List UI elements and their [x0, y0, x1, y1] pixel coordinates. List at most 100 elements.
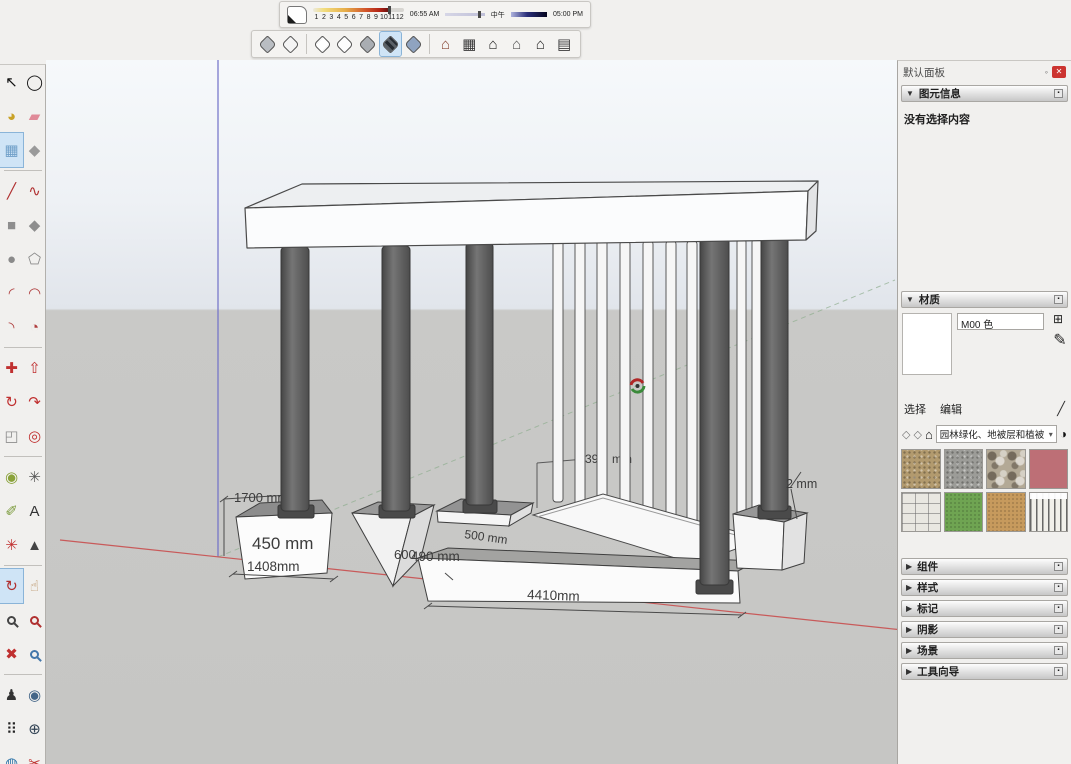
tray-section-场景[interactable]: ▶场景▪	[901, 642, 1068, 659]
walk-tool[interactable]: ⠿	[0, 712, 23, 746]
paint-brush-icon[interactable]: ✐	[1050, 332, 1066, 345]
column[interactable]	[382, 246, 410, 511]
sample-paint-icon[interactable]: ╱	[1057, 401, 1065, 417]
materials-header[interactable]: ▼ 材质 ▪	[901, 291, 1068, 308]
material-swatch-stone-rose[interactable]	[1029, 449, 1069, 489]
wireframe-style-button[interactable]	[312, 32, 333, 56]
column[interactable]	[761, 236, 788, 511]
two-point-arc-tool[interactable]: ◠	[23, 276, 46, 310]
panel-close-button[interactable]: ✕	[1052, 66, 1066, 78]
tab-select[interactable]: 选择	[904, 401, 926, 417]
shaded-with-textures-style-button[interactable]	[380, 32, 401, 56]
tray-section-标记[interactable]: ▶标记▪	[901, 600, 1068, 617]
shaded-style-button[interactable]	[357, 32, 378, 56]
pan-tool[interactable]: ☝	[23, 569, 46, 603]
baluster[interactable]	[687, 241, 697, 531]
tray-section-阴影[interactable]: ▶阴影▪	[901, 621, 1068, 638]
column[interactable]	[700, 238, 729, 585]
hidden-line-style-button[interactable]	[334, 32, 355, 56]
section-plane-tool[interactable]: ⊕	[23, 712, 46, 746]
protractor-tool[interactable]: ✳	[23, 460, 46, 494]
material-swatch-pebbles[interactable]	[986, 449, 1026, 489]
section-menu-button[interactable]: ▪	[1054, 604, 1063, 613]
zoom-previous-tool[interactable]	[23, 637, 46, 671]
forward-arrow-icon[interactable]: ◇	[913, 428, 921, 441]
material-name-field[interactable]: M00 色	[957, 313, 1044, 330]
back-view-button[interactable]: ⌂	[506, 32, 528, 56]
tray-section-工具向导[interactable]: ▶工具向导▪	[901, 663, 1068, 680]
text-tool[interactable]: A	[23, 494, 46, 528]
material-swatch-grass-green[interactable]	[944, 492, 984, 532]
iso-view-button[interactable]: ⌂	[435, 32, 457, 56]
section-menu-button[interactable]: ▪	[1054, 667, 1063, 676]
material-swatch-pavers-white[interactable]	[901, 492, 941, 532]
move-tool[interactable]: ✚	[0, 351, 23, 385]
shadows-toggle-button[interactable]	[287, 6, 307, 24]
offset-tool[interactable]: ◎	[23, 419, 46, 453]
material-swatch-groundcover-tan[interactable]	[986, 492, 1026, 532]
shadow-date-handle[interactable]	[388, 6, 391, 14]
material-collection-dropdown[interactable]: 园林绿化、地被层和植被 ▾	[936, 425, 1057, 443]
section-menu-button[interactable]: ▪	[1054, 625, 1063, 634]
three-point-arc-tool[interactable]: ◝	[0, 310, 23, 344]
freehand-tool[interactable]: ∿	[23, 174, 46, 208]
column[interactable]	[466, 243, 493, 505]
entity-info-header[interactable]: ▼ 图元信息 ▪	[901, 85, 1068, 102]
drawing-canvas[interactable]: 39 mm 1700 mm	[46, 60, 897, 764]
left-view-button[interactable]: ⌂	[530, 32, 552, 56]
material-swatch-gravel-brown[interactable]	[901, 449, 941, 489]
back-arrow-icon[interactable]: ◇	[902, 428, 910, 441]
section-menu-button[interactable]: ▪	[1054, 583, 1063, 592]
make-component-tool[interactable]: ▦	[0, 133, 23, 167]
shadow-time-track[interactable]	[445, 13, 484, 16]
section-menu-button[interactable]: ▪	[1054, 646, 1063, 655]
tray-section-组件[interactable]: ▶组件▪	[901, 558, 1068, 575]
circle-tool[interactable]: ●	[0, 242, 23, 276]
rotate-tool[interactable]: ↻	[0, 385, 23, 419]
shadow-date-track[interactable]	[313, 8, 404, 12]
section-menu-button[interactable]: ▪	[1054, 89, 1063, 98]
monochrome-style-button[interactable]	[403, 32, 424, 56]
tab-edit[interactable]: 编辑	[940, 401, 962, 417]
front-view-button[interactable]: ⌂	[482, 32, 504, 56]
columns[interactable]	[278, 236, 791, 594]
home-icon[interactable]: ⌂	[925, 427, 933, 442]
xray-style-button[interactable]	[257, 32, 278, 56]
baluster[interactable]	[575, 240, 585, 508]
lasso-select-tool[interactable]: ◯	[23, 65, 46, 99]
section-fill-tool[interactable]: ◍	[0, 746, 23, 764]
section-menu-button[interactable]: ▪	[1054, 562, 1063, 571]
line-tool[interactable]: ╱	[0, 174, 23, 208]
arc-tool[interactable]: ◜	[0, 276, 23, 310]
select-tool[interactable]: ↖	[0, 65, 23, 99]
shadow-time-track-evening[interactable]	[511, 12, 547, 17]
baluster[interactable]	[620, 241, 630, 519]
details-icon[interactable]: ◑	[1060, 427, 1067, 441]
axes-tool[interactable]: ✳	[0, 528, 23, 562]
rectangle-tool[interactable]: ■	[0, 208, 23, 242]
plane-tool[interactable]: ◆	[23, 133, 46, 167]
top-view-button[interactable]: ▦	[458, 32, 480, 56]
position-camera-tool[interactable]: ♟	[0, 678, 23, 712]
material-swatch-fence-white[interactable]	[1029, 492, 1069, 532]
orbit-tool[interactable]: ↻	[0, 569, 23, 603]
pie-tool[interactable]: ◔	[23, 310, 46, 344]
zoom-window-tool[interactable]	[23, 603, 46, 637]
baluster[interactable]	[737, 239, 746, 557]
model-canvas[interactable]: 39 mm 1700 mm	[46, 60, 897, 764]
look-around-tool[interactable]: ◉	[23, 678, 46, 712]
zoom-tool[interactable]	[0, 603, 23, 637]
polygon-tool[interactable]: ⬠	[23, 242, 46, 276]
baluster[interactable]	[666, 241, 676, 527]
baluster[interactable]	[553, 240, 563, 502]
rotated-rectangle-tool[interactable]: ◆	[23, 208, 46, 242]
tray-section-样式[interactable]: ▶样式▪	[901, 579, 1068, 596]
shadow-date-slider[interactable]: 123456789101112	[313, 8, 404, 21]
baluster[interactable]	[643, 241, 653, 523]
top-slab[interactable]	[245, 181, 818, 248]
scale-tool[interactable]: ◰	[0, 419, 23, 453]
paint-bucket-tool[interactable]: ◕	[0, 99, 23, 133]
right-view-button[interactable]: ▤	[553, 32, 575, 56]
section-menu-button[interactable]: ▪	[1054, 295, 1063, 304]
back-edges-style-button[interactable]	[280, 32, 301, 56]
